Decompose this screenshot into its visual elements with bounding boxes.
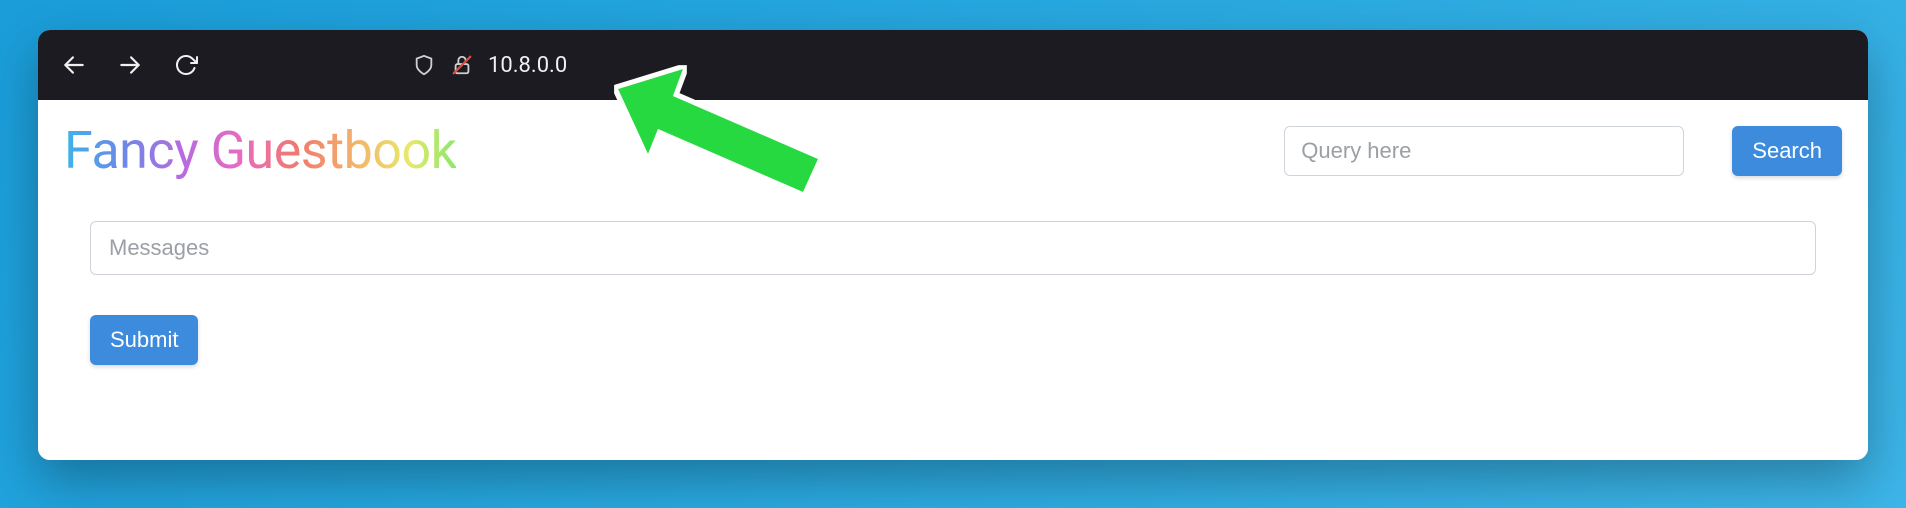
- insecure-lock-icon: [450, 53, 474, 77]
- browser-window: 10.8.0.0 Fancy Guestbook Search Submit: [38, 30, 1868, 460]
- search-group: Search: [1284, 126, 1842, 176]
- address-bar[interactable]: 10.8.0.0: [398, 42, 581, 88]
- url-text: 10.8.0.0: [488, 53, 567, 78]
- browser-chrome: 10.8.0.0: [38, 30, 1868, 100]
- forward-button[interactable]: [116, 51, 144, 79]
- header-row: Fancy Guestbook Search: [64, 120, 1842, 181]
- query-input[interactable]: [1284, 126, 1684, 176]
- page-content: Fancy Guestbook Search Submit: [38, 100, 1868, 460]
- shield-icon: [412, 53, 436, 77]
- nav-controls: [60, 51, 200, 79]
- refresh-button[interactable]: [172, 51, 200, 79]
- page-title: Fancy Guestbook: [64, 120, 456, 181]
- submit-button[interactable]: Submit: [90, 315, 198, 365]
- search-button[interactable]: Search: [1732, 126, 1842, 176]
- back-button[interactable]: [60, 51, 88, 79]
- message-form: Submit: [64, 221, 1842, 365]
- messages-input[interactable]: [90, 221, 1816, 275]
